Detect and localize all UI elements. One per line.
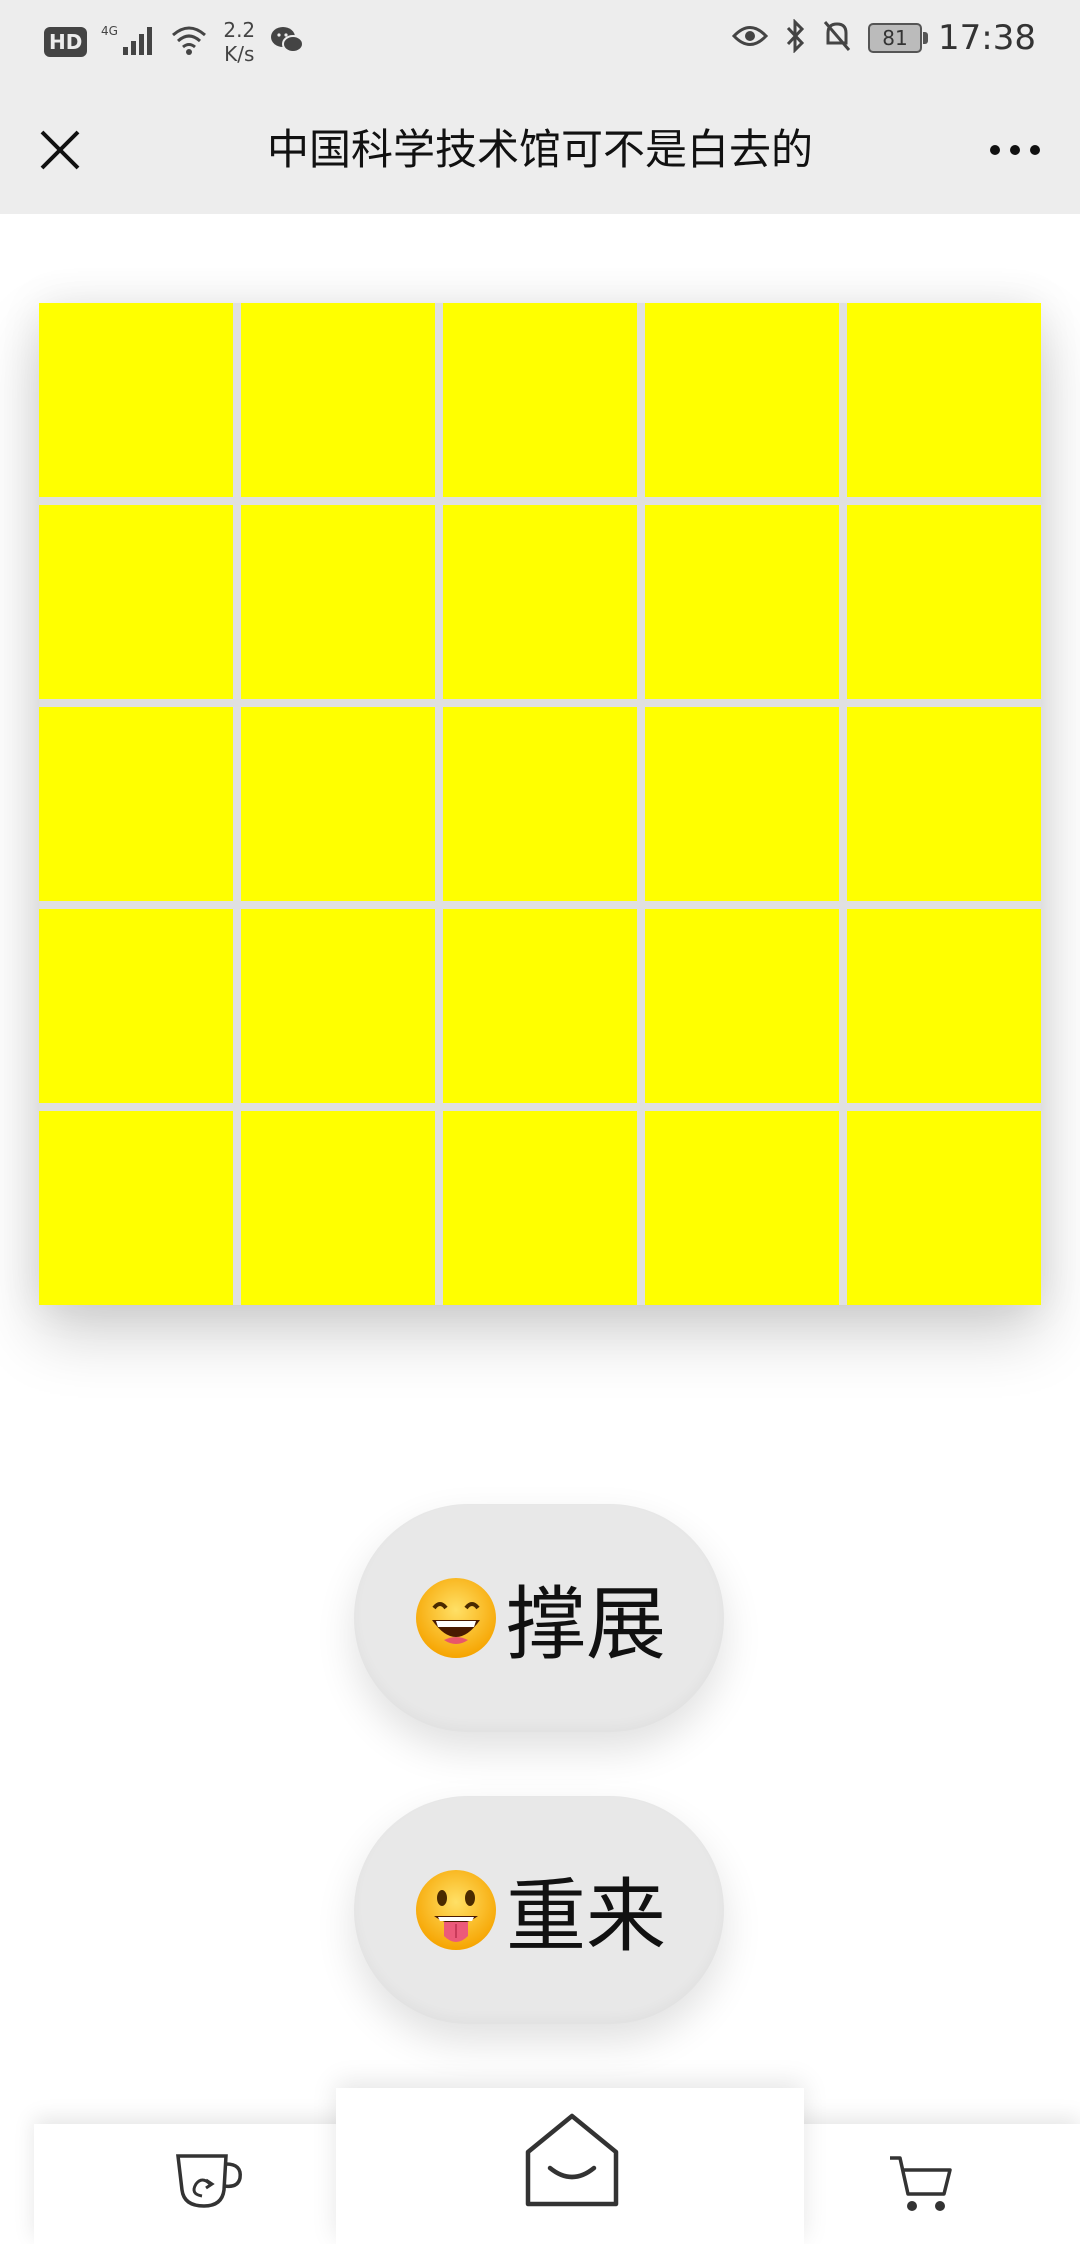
clock: 17:38: [938, 18, 1036, 58]
board-cell[interactable]: [645, 505, 839, 699]
board-cell[interactable]: [645, 303, 839, 497]
board-cell[interactable]: [39, 1111, 233, 1305]
cup-icon: [176, 2154, 242, 2208]
restart-label: 重来: [506, 1870, 666, 1963]
wechat-icon: [269, 24, 305, 60]
close-button[interactable]: [30, 120, 90, 180]
board-cell[interactable]: [443, 303, 637, 497]
mute-bell-icon: [822, 19, 852, 57]
restart-button[interactable]: 重来: [354, 1796, 724, 2024]
battery-indicator: 81: [868, 23, 929, 53]
tongue-face-icon: [416, 1870, 496, 1950]
signal-icon: 4G: [101, 23, 155, 61]
board-cell[interactable]: [39, 707, 233, 901]
expand-button[interactable]: 撑展: [354, 1504, 724, 1732]
status-bar: HD 4G 2.2 K/s 81 17:38: [0, 0, 1080, 86]
board-cell[interactable]: [241, 505, 435, 699]
close-icon: [40, 130, 80, 170]
board-cell[interactable]: [847, 1111, 1041, 1305]
home-nav-button[interactable]: [336, 2088, 804, 2244]
cup-nav-button[interactable]: [172, 2150, 248, 2218]
more-icon: [990, 145, 1040, 155]
board-cell[interactable]: [241, 1111, 435, 1305]
bluetooth-icon: [784, 18, 806, 57]
board-cell[interactable]: [443, 505, 637, 699]
board-cell[interactable]: [645, 707, 839, 901]
expand-label: 撑展: [506, 1578, 666, 1671]
board-cell[interactable]: [645, 909, 839, 1103]
cart-icon: [890, 2156, 952, 2211]
hd-badge: HD: [44, 27, 88, 57]
grinning-face-icon: [416, 1578, 496, 1658]
board-cell[interactable]: [241, 303, 435, 497]
home-icon: [525, 2113, 619, 2207]
cart-nav-button[interactable]: [886, 2150, 956, 2220]
wifi-icon: [169, 23, 209, 61]
network-speed: 2.2 K/s: [223, 18, 256, 66]
board-cell[interactable]: [443, 1111, 637, 1305]
board-cell[interactable]: [39, 505, 233, 699]
board-cell[interactable]: [443, 707, 637, 901]
board-cell[interactable]: [645, 1111, 839, 1305]
more-options-button[interactable]: [980, 120, 1050, 180]
board-cell[interactable]: [241, 909, 435, 1103]
board-cell[interactable]: [847, 707, 1041, 901]
svg-text:4G: 4G: [101, 24, 118, 38]
page-title: 中国科学技术馆可不是白去的: [266, 125, 813, 174]
board-grid: [39, 303, 1041, 1305]
board-cell[interactable]: [847, 909, 1041, 1103]
board-cell[interactable]: [847, 505, 1041, 699]
title-bar: 中国科学技术馆可不是白去的: [0, 86, 1080, 214]
game-board: [39, 303, 1041, 1305]
board-cell[interactable]: [39, 909, 233, 1103]
eye-icon: [731, 23, 769, 53]
board-cell[interactable]: [241, 707, 435, 901]
board-cell[interactable]: [443, 909, 637, 1103]
board-cell[interactable]: [847, 303, 1041, 497]
board-cell[interactable]: [39, 303, 233, 497]
